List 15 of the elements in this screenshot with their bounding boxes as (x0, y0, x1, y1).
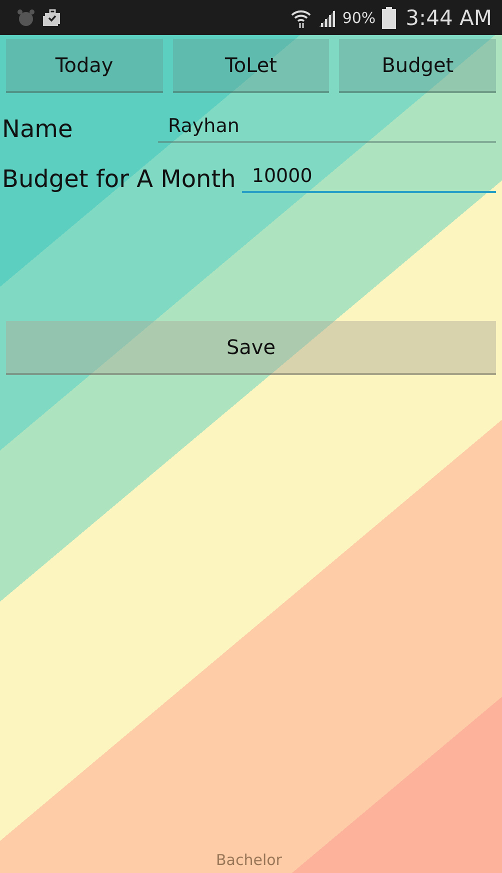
input-field[interactable]: 10000 (242, 165, 496, 193)
alarm-clock-icon (16, 8, 36, 28)
footer-text: Bachelor (216, 851, 282, 869)
battery-icon (382, 6, 396, 28)
briefcase-check-icon (42, 8, 62, 28)
field-label: Name (2, 115, 74, 143)
save-button[interactable]: Save (6, 321, 496, 375)
tab-button[interactable]: Budget (339, 39, 496, 93)
signal-icon (318, 8, 336, 26)
clock-time: 3:44 AM (406, 6, 492, 30)
tab-button[interactable]: ToLet (172, 39, 330, 93)
battery-percent: 90% (342, 8, 376, 26)
input-field[interactable]: Rayhan (158, 115, 496, 143)
field-label: Budget for A Month (2, 165, 236, 193)
tab-button[interactable]: Today (6, 39, 163, 93)
